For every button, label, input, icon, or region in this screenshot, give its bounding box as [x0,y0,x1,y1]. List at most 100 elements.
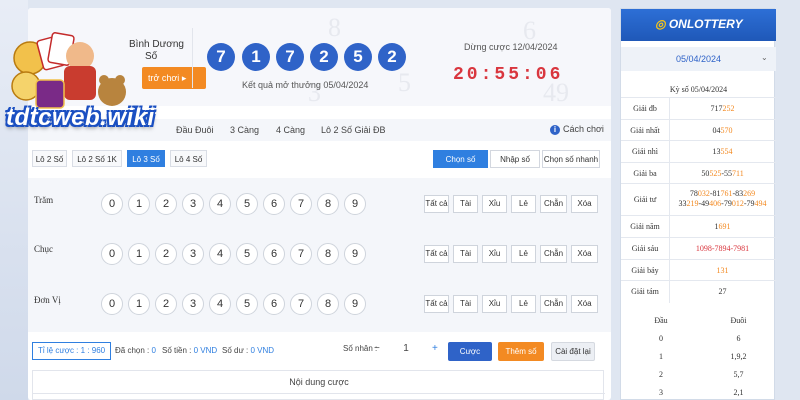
character-body [64,66,96,100]
quick-select-button[interactable]: Lẻ [511,245,536,263]
number-ball[interactable]: 1 [128,243,150,265]
balance: Số dư : 0 VND [222,346,274,355]
number-ball[interactable]: 0 [101,243,123,265]
number-ball[interactable]: 8 [317,193,339,215]
quick-select-button[interactable]: Xóa [571,245,598,263]
reset-button[interactable]: Cài đặt lại [551,342,595,361]
dau-header: Đầu [654,316,668,325]
add-number-button[interactable]: Thêm số [498,342,544,361]
pick-mode-quick[interactable]: Chọn số nhanh [542,150,600,168]
prize-digits-highlight: 219 [686,199,699,208]
number-ball[interactable]: 2 [155,193,177,215]
quick-select-button[interactable]: Chẵn [540,295,567,313]
quick-select-button[interactable]: Xỉu [482,295,507,313]
number-ball[interactable]: 6 [263,293,285,315]
increment-button[interactable]: + [432,343,438,354]
prize-digits-highlight: 691 [718,222,731,231]
balance-label: Số dư : [222,346,249,355]
fast-bet-button[interactable]: Cược nhanh [448,342,492,375]
quick-select-button[interactable]: Xỉu [482,245,507,263]
number-ball[interactable]: 3 [182,293,204,315]
prize-row: Giải bảy 131 [621,259,776,281]
prize-digits-highlight: 131 [716,265,729,275]
duoi-value: 6 [736,334,741,343]
number-ball[interactable]: 4 [209,193,231,215]
balance-value: 0 VND [250,346,275,355]
prize-digits-highlight: 761 [720,189,733,198]
character-head [66,42,94,70]
number-ball[interactable]: 8 [317,293,339,315]
quick-select-button[interactable]: Tài [453,245,478,263]
quick-select-button[interactable]: Chẵn [540,245,567,263]
quick-select-button[interactable]: Lẻ [511,295,536,313]
prize-row: Giải nhất 04570 [621,119,776,141]
number-ball[interactable]: 8 [317,243,339,265]
number-ball[interactable]: 7 [290,243,312,265]
tab-3-cang[interactable]: 3 Càng [230,125,259,135]
prize-value: 717252 [669,104,776,113]
money-label: Số tiền : [162,346,192,355]
quick-select-button[interactable]: Xóa [571,195,598,213]
quick-select-button[interactable]: Tất cả [424,295,449,313]
info-icon: i [550,125,560,135]
pick-mode-choose[interactable]: Chọn số [433,150,488,168]
number-ball[interactable]: 1 [128,293,150,315]
subtab-lo-2-so[interactable]: Lô 2 Số [32,150,67,167]
quick-select-button[interactable]: Lẻ [511,195,536,213]
prize-digits: -55 [721,168,732,178]
number-ball[interactable]: 2 [155,243,177,265]
prize-value: 1691 [669,222,776,231]
number-ball[interactable]: 1 [128,193,150,215]
date-select[interactable]: 05/04/2024 ⌄ [621,47,776,71]
tab-4-cang[interactable]: 4 Càng [276,125,305,135]
number-ball[interactable]: 9 [344,193,366,215]
decorative-digit: 5 [398,68,411,97]
play-button[interactable]: trở chơi ▸ [142,67,206,89]
dau-duoi-header: Đầu Đuôi [621,315,776,329]
number-ball[interactable]: 3 [182,193,204,215]
quick-select-button[interactable]: Chẵn [540,195,567,213]
odds-ratio-value: 1 : 960 [80,346,106,355]
prize-digits-highlight: 269 [743,189,756,198]
tab-lo-2-so-giai-db[interactable]: Lô 2 Số Giải ĐB [321,125,386,135]
number-ball[interactable]: 4 [209,293,231,315]
number-ball[interactable]: 6 [263,243,285,265]
number-ball[interactable]: 7 [290,293,312,315]
prize-digits: 717 [710,104,723,113]
number-ball[interactable]: 9 [344,293,366,315]
pick-mode-input[interactable]: Nhập số [490,150,540,168]
prize-digits: -81 [709,189,721,198]
quick-select-button[interactable]: Tài [453,295,478,313]
number-ball[interactable]: 7 [290,193,312,215]
duoi-header: Đuôi [730,316,747,325]
quick-select-button[interactable]: Xỉu [482,195,507,213]
number-ball[interactable]: 3 [182,243,204,265]
prize-label: Giải ba [633,168,657,178]
multiplier-input[interactable]: 1 [396,343,416,354]
subtab-lo-3-so[interactable]: Lô 3 Số [127,150,165,167]
quick-select-button[interactable]: Xóa [571,295,598,313]
prize-row: Giải năm 1691 [621,215,776,238]
help-link[interactable]: i Cách chơi [550,124,604,135]
duoi-value: 1,9,2 [730,352,747,361]
number-ball[interactable]: 0 [101,193,123,215]
decrement-button[interactable]: − [374,343,380,354]
quick-select-button[interactable]: Tất cả [424,245,449,263]
quick-select-button[interactable]: Tài [453,195,478,213]
number-ball[interactable]: 5 [236,243,258,265]
dau-value: 0 [659,334,663,343]
number-ball[interactable]: 5 [236,293,258,315]
number-ball[interactable]: 5 [236,193,258,215]
number-ball[interactable]: 2 [155,293,177,315]
tab-dau-duoi[interactable]: Đầu Đuôi [176,125,214,135]
subtab-lo-2-so-1k[interactable]: Lô 2 Số 1K [72,150,122,167]
number-ball[interactable]: 9 [344,243,366,265]
number-ball[interactable]: 0 [101,293,123,315]
prize-label: Giải sáu [631,244,659,253]
subtab-lo-4-so[interactable]: Lô 4 Số [170,150,207,167]
quick-select-button[interactable]: Tất cả [424,195,449,213]
number-ball[interactable]: 6 [263,193,285,215]
result-ball: 2 [378,43,406,71]
prize-row: Giải đb 717252 [621,97,776,120]
number-ball[interactable]: 4 [209,243,231,265]
